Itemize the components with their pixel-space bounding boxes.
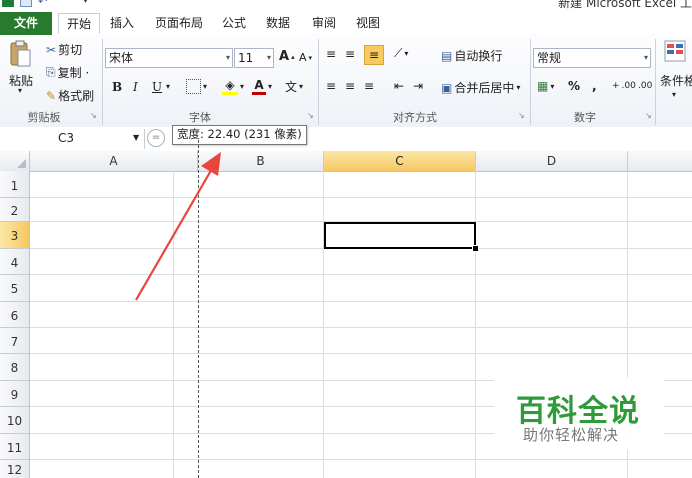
- watermark: 百科全说 助你轻松解决: [494, 378, 664, 450]
- watermark-subtitle: 助你轻松解决: [523, 426, 620, 444]
